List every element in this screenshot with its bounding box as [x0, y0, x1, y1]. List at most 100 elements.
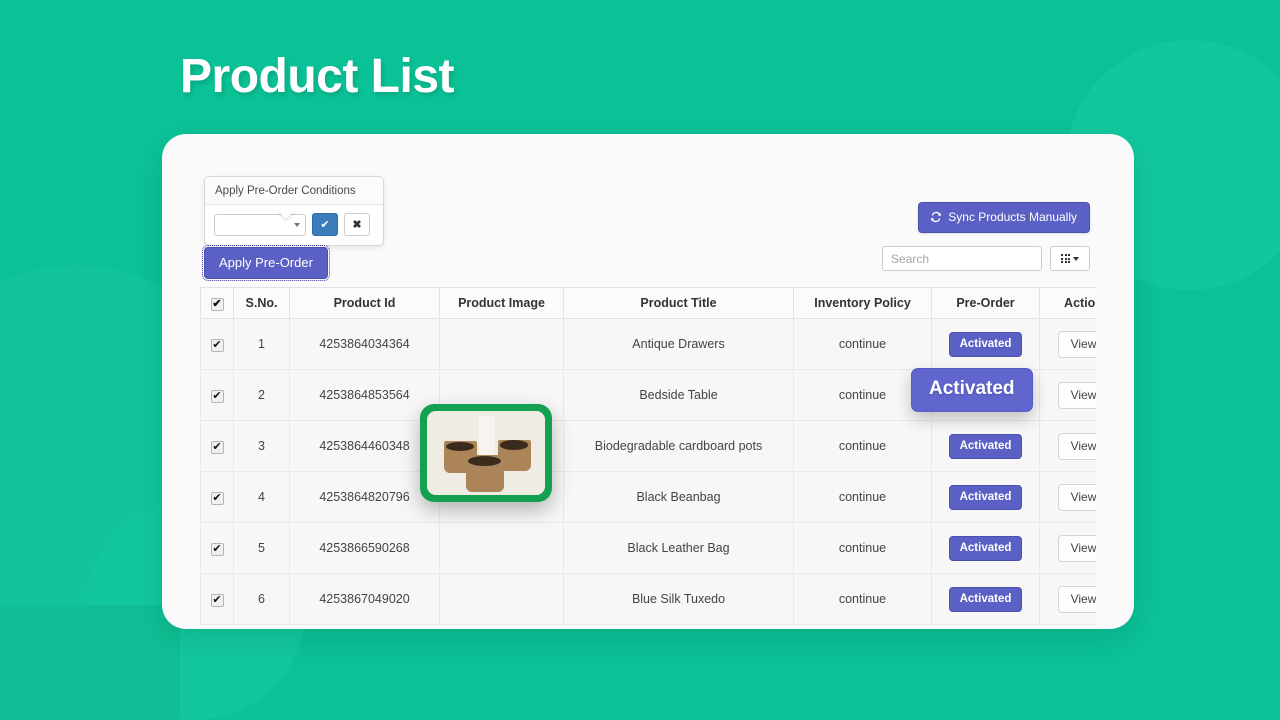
pre-order-conditions-title: Apply Pre-Order Conditions: [205, 177, 383, 205]
row-select-cell[interactable]: ✔: [200, 471, 234, 523]
header-product-id[interactable]: Product Id: [289, 287, 440, 319]
table-row: ✔ 6 4253867049020 Blue Silk Tuxedo continue A…: [200, 573, 1096, 625]
table-row: ✔ 5 4253866590268 Black Leather Bag continue…: [200, 522, 1096, 574]
chevron-down-icon: [1073, 256, 1079, 261]
cell-pre-order[interactable]: Activated: [931, 573, 1040, 625]
check-icon: ✔: [320, 219, 330, 231]
cell-inventory-policy: continue: [793, 522, 932, 574]
select-all-checkbox[interactable]: ✔: [210, 297, 224, 311]
blue-tuxedo-thumbnail[interactable]: [473, 576, 531, 622]
cell-product-title: Bedside Table: [563, 369, 794, 421]
cell-product-image[interactable]: [439, 573, 564, 625]
header-sno[interactable]: S.No.: [233, 287, 290, 319]
row-checkbox[interactable]: ✔: [210, 542, 224, 556]
header-select-all[interactable]: ✔: [200, 287, 234, 319]
cell-sno: 1: [233, 318, 290, 370]
row-checkbox[interactable]: ✔: [210, 593, 224, 607]
table-row: ✔ 1 4253864034364 Antique Drawers continue Ac…: [200, 318, 1096, 370]
cell-product-id: 4253864820796: [289, 471, 440, 523]
cell-inventory-policy: continue: [793, 420, 932, 472]
header-product-image[interactable]: Product Image: [439, 287, 564, 319]
cell-action[interactable]: View: [1039, 420, 1096, 472]
view-button[interactable]: View: [1057, 381, 1096, 409]
cell-action[interactable]: View: [1039, 522, 1096, 574]
table-row: ✔ 4 4253864820796 Black Beanbag continue Acti…: [200, 471, 1096, 523]
cell-product-title: Antique Drawers: [563, 318, 794, 370]
row-checkbox[interactable]: ✔: [210, 338, 224, 352]
sync-icon: [930, 211, 942, 223]
leather-bag-thumbnail[interactable]: [473, 525, 531, 571]
cell-sno: 4: [233, 471, 290, 523]
cell-pre-order[interactable]: Activated: [931, 471, 1040, 523]
cell-inventory-policy: continue: [793, 318, 932, 370]
popover-arrow: [277, 210, 295, 219]
header-pre-order[interactable]: Pre-Order: [931, 287, 1040, 319]
cell-product-title: Black Beanbag: [563, 471, 794, 523]
cell-product-title: Blue Silk Tuxedo: [563, 573, 794, 625]
cell-sno: 5: [233, 522, 290, 574]
product-table-container: ✔ S.No. Product Id Product Image Product…: [200, 287, 1096, 629]
pre-order-activated-button[interactable]: Activated: [948, 331, 1023, 357]
view-button[interactable]: View: [1057, 534, 1096, 562]
cell-inventory-policy: continue: [793, 471, 932, 523]
confirm-conditions-button[interactable]: ✔: [312, 213, 338, 236]
header-product-title[interactable]: Product Title: [563, 287, 794, 319]
sync-products-label: Sync Products Manually: [948, 210, 1077, 224]
cell-product-title: Black Leather Bag: [563, 522, 794, 574]
view-button[interactable]: View: [1057, 585, 1096, 613]
row-select-cell[interactable]: ✔: [200, 318, 234, 370]
grid-icon: [1061, 254, 1070, 263]
cardboard-pots-thumbnail-large: [427, 411, 545, 495]
table-header-row: ✔ S.No. Product Id Product Image Product…: [200, 287, 1096, 319]
cell-product-image[interactable]: [439, 318, 564, 370]
column-chooser-button[interactable]: [1050, 246, 1090, 271]
row-select-cell[interactable]: ✔: [200, 369, 234, 421]
cell-pre-order[interactable]: Activated: [931, 318, 1040, 370]
row-select-cell[interactable]: ✔: [200, 420, 234, 472]
view-button[interactable]: View: [1057, 432, 1096, 460]
table-row: ✔ 3 4253864460348 Biodegradable cardboard p…: [200, 420, 1096, 472]
cancel-conditions-button[interactable]: ✖: [344, 213, 370, 236]
cell-sno: 3: [233, 420, 290, 472]
cell-action[interactable]: View: [1039, 471, 1096, 523]
cell-action[interactable]: View: [1039, 369, 1096, 421]
cell-product-id: 4253866590268: [289, 522, 440, 574]
cell-product-id: 4253867049020: [289, 573, 440, 625]
cell-product-title: Biodegradable cardboard pots: [563, 420, 794, 472]
pre-order-activated-button[interactable]: Activated: [948, 433, 1023, 459]
search-toolbar: [882, 246, 1090, 271]
cell-action[interactable]: View: [1039, 573, 1096, 625]
view-button[interactable]: View: [1057, 330, 1096, 358]
cell-product-id: 4253864853564: [289, 369, 440, 421]
cell-sno: 2: [233, 369, 290, 421]
header-inventory-policy[interactable]: Inventory Policy: [793, 287, 932, 319]
product-table-body: ✔ 1 4253864034364 Antique Drawers continue Ac…: [200, 318, 1096, 625]
apply-pre-order-button[interactable]: Apply Pre-Order: [202, 245, 330, 281]
pre-order-activated-button[interactable]: Activated: [948, 535, 1023, 561]
view-button[interactable]: View: [1057, 483, 1096, 511]
product-table: ✔ S.No. Product Id Product Image Product…: [200, 287, 1096, 625]
cell-pre-order[interactable]: Activated: [931, 522, 1040, 574]
row-checkbox[interactable]: ✔: [210, 440, 224, 454]
close-icon: ✖: [352, 219, 362, 231]
row-checkbox[interactable]: ✔: [210, 491, 224, 505]
row-select-cell[interactable]: ✔: [200, 522, 234, 574]
row-select-cell[interactable]: ✔: [200, 573, 234, 625]
row-checkbox[interactable]: ✔: [210, 389, 224, 403]
search-input[interactable]: [882, 246, 1042, 271]
header-action[interactable]: Action: [1039, 287, 1096, 319]
cell-sno: 6: [233, 573, 290, 625]
pre-order-activated-button[interactable]: Activated: [948, 484, 1023, 510]
nursery-room-thumbnail[interactable]: [473, 321, 531, 367]
page-title: Product List: [180, 50, 455, 103]
cell-product-id: 4253864460348: [289, 420, 440, 472]
cell-pre-order[interactable]: Activated: [931, 420, 1040, 472]
cell-product-id: 4253864034364: [289, 318, 440, 370]
pre-order-activated-button-hovered[interactable]: Activated: [911, 368, 1033, 412]
sync-products-button[interactable]: Sync Products Manually: [918, 202, 1090, 233]
cell-action[interactable]: View: [1039, 318, 1096, 370]
cell-product-image[interactable]: [439, 522, 564, 574]
product-image-zoom-highlight: [420, 404, 552, 502]
decorative-band: [0, 605, 180, 720]
pre-order-activated-button[interactable]: Activated: [948, 586, 1023, 612]
